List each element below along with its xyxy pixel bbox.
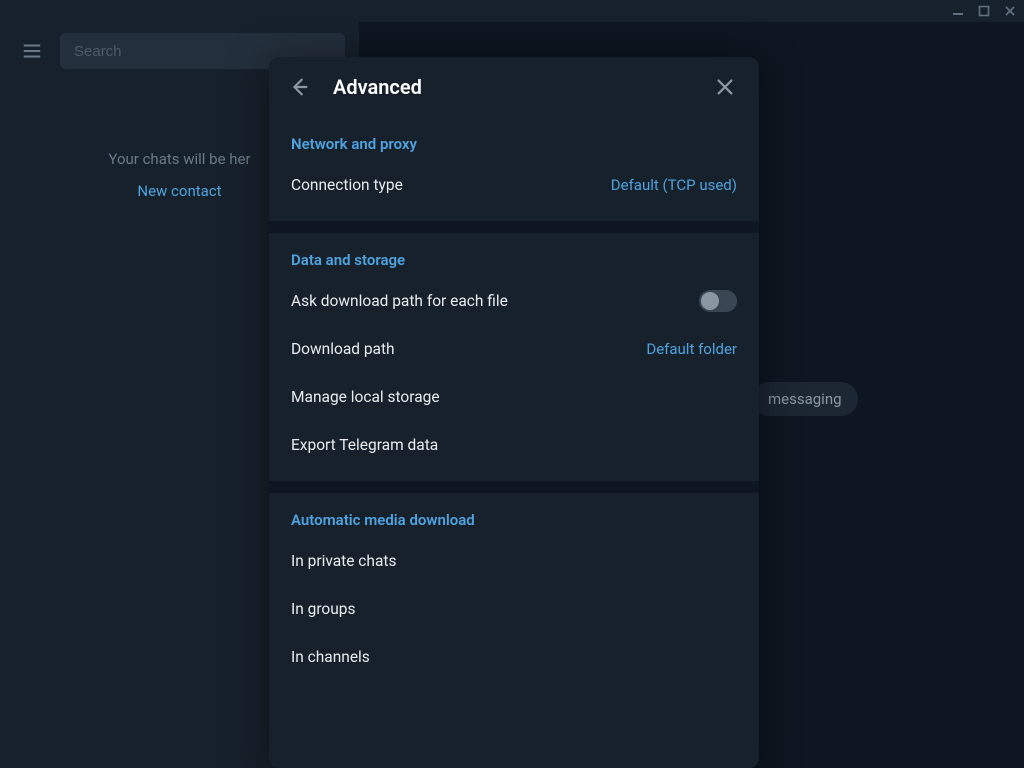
window-minimize-button[interactable] — [950, 3, 966, 19]
advanced-settings-modal: Advanced Network and proxy Connection ty… — [269, 57, 759, 768]
window-titlebar — [0, 0, 1024, 22]
row-label: Ask download path for each file — [291, 292, 508, 310]
row-value: Default (TCP used) — [611, 176, 737, 194]
row-label: Connection type — [291, 176, 403, 194]
toggle-switch[interactable] — [699, 290, 737, 312]
modal-body: Network and proxy Connection type Defaul… — [269, 117, 759, 768]
close-icon — [714, 76, 736, 98]
row-in-groups[interactable]: In groups — [269, 585, 759, 633]
row-label: In private chats — [291, 552, 396, 570]
row-label: In groups — [291, 600, 356, 618]
modal-title: Advanced — [333, 75, 691, 99]
back-button[interactable] — [283, 71, 315, 103]
row-label: In channels — [291, 648, 370, 666]
row-value: Default folder — [646, 340, 737, 358]
row-download-path[interactable]: Download path Default folder — [269, 325, 759, 373]
section-network: Network and proxy Connection type Defaul… — [269, 117, 759, 221]
window-maximize-button[interactable] — [976, 3, 992, 19]
row-in-channels[interactable]: In channels — [269, 633, 759, 681]
modal-overlay: Advanced Network and proxy Connection ty… — [0, 22, 1024, 768]
row-export-telegram-data[interactable]: Export Telegram data — [269, 421, 759, 469]
window-close-button[interactable] — [1002, 3, 1018, 19]
section-data-storage: Data and storage Ask download path for e… — [269, 221, 759, 481]
row-label: Export Telegram data — [291, 436, 438, 454]
row-label: Download path — [291, 340, 395, 358]
row-in-private-chats[interactable]: In private chats — [269, 537, 759, 585]
row-connection-type[interactable]: Connection type Default (TCP used) — [269, 161, 759, 209]
row-manage-local-storage[interactable]: Manage local storage — [269, 373, 759, 421]
section-title: Automatic media download — [269, 501, 759, 537]
row-ask-download-path[interactable]: Ask download path for each file — [269, 277, 759, 325]
section-title: Data and storage — [269, 241, 759, 277]
arrow-left-icon — [288, 76, 310, 98]
row-label: Manage local storage — [291, 388, 440, 406]
close-button[interactable] — [709, 71, 741, 103]
section-title: Network and proxy — [269, 125, 759, 161]
section-auto-media-download: Automatic media download In private chat… — [269, 481, 759, 693]
